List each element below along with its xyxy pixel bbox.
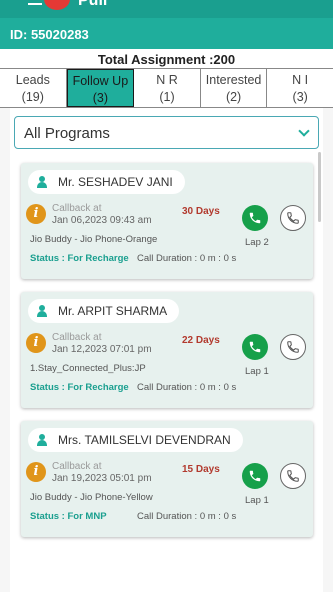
alt-call-button[interactable] bbox=[280, 463, 306, 489]
call-button[interactable] bbox=[242, 205, 268, 231]
tab-nr[interactable]: N R (1) bbox=[134, 69, 201, 107]
phone-icon bbox=[287, 470, 299, 482]
customer-name: Mr. SESHADEV JANI bbox=[58, 175, 173, 189]
app-name: Pull bbox=[78, 0, 108, 9]
customer-name-chip: Mr. ARPIT SHARMA bbox=[28, 299, 180, 323]
tab-label: Leads bbox=[15, 73, 50, 87]
user-id-bar: ID: 55020283 bbox=[0, 18, 333, 49]
callback-label: Callback at bbox=[52, 203, 102, 214]
phone-icon bbox=[249, 212, 261, 224]
callback-label: Callback at bbox=[52, 332, 102, 343]
tab-label: Interested bbox=[205, 73, 262, 87]
user-id: ID: 55020283 bbox=[10, 27, 89, 42]
program-filter-select[interactable]: All Programs bbox=[14, 116, 319, 149]
customer-name: Mrs. TAMILSELVI DEVENDRAN bbox=[58, 433, 231, 447]
status-text: Status : For MNP bbox=[30, 511, 107, 522]
customer-name: Mr. ARPIT SHARMA bbox=[58, 304, 168, 318]
tab-count: (3) bbox=[92, 91, 109, 105]
alt-call-button[interactable] bbox=[280, 205, 306, 231]
tab-ni[interactable]: N I (3) bbox=[267, 69, 333, 107]
days-count: 22 Days bbox=[182, 335, 220, 346]
tab-leads[interactable]: Leads (19) bbox=[0, 69, 67, 107]
callback-date: Jan 06,2023 09:43 am bbox=[52, 215, 152, 226]
lap-label: Lap 1 bbox=[245, 366, 269, 377]
call-button[interactable] bbox=[242, 463, 268, 489]
callback-date: Jan 12,2023 07:01 pm bbox=[52, 344, 152, 355]
call-duration: Call Duration : 0 m : 0 s bbox=[137, 382, 237, 393]
status-tabs: Leads (19) Follow Up (3) N R (1) Interes… bbox=[0, 68, 333, 108]
call-button[interactable] bbox=[242, 334, 268, 360]
program-name: 1.Stay_Connected_Plus:JP bbox=[30, 363, 146, 374]
customer-name-chip: Mr. SESHADEV JANI bbox=[28, 170, 185, 194]
phone-icon bbox=[249, 341, 261, 353]
tab-count: (2) bbox=[225, 90, 242, 104]
tab-interested[interactable]: Interested (2) bbox=[201, 69, 268, 107]
info-icon[interactable]: i bbox=[26, 333, 46, 353]
tab-count: (3) bbox=[292, 90, 308, 104]
status-text: Status : For Recharge bbox=[30, 253, 129, 264]
tab-label: N R bbox=[156, 73, 178, 87]
scrollbar[interactable] bbox=[318, 152, 321, 222]
lap-label: Lap 1 bbox=[245, 495, 269, 506]
program-name: Jio Buddy - Jio Phone-Orange bbox=[30, 234, 158, 245]
person-icon bbox=[36, 434, 48, 446]
customer-name-chip: Mrs. TAMILSELVI DEVENDRAN bbox=[28, 428, 243, 452]
chevron-down-icon bbox=[298, 125, 310, 137]
phone-icon bbox=[249, 470, 261, 482]
tab-count: (19) bbox=[21, 90, 44, 104]
tab-label: N I bbox=[292, 73, 309, 87]
lead-card[interactable]: Mr. SESHADEV JANI i Callback at Jan 06,2… bbox=[21, 163, 313, 279]
program-filter-value: All Programs bbox=[24, 125, 110, 142]
lead-card[interactable]: Mrs. TAMILSELVI DEVENDRAN i Callback at … bbox=[21, 421, 313, 537]
brand-logo bbox=[44, 0, 70, 10]
tab-follow-up[interactable]: Follow Up (3) bbox=[66, 69, 135, 107]
tab-label: Follow Up bbox=[72, 74, 129, 88]
callback-date: Jan 19,2023 05:01 pm bbox=[52, 473, 152, 484]
alt-call-button[interactable] bbox=[280, 334, 306, 360]
lap-label: Lap 2 bbox=[245, 237, 269, 248]
call-duration: Call Duration : 0 m : 0 s bbox=[137, 511, 237, 522]
status-text: Status : For Recharge bbox=[30, 382, 129, 393]
days-count: 30 Days bbox=[182, 206, 220, 217]
person-icon bbox=[36, 176, 48, 188]
callback-label: Callback at bbox=[52, 461, 102, 472]
call-duration: Call Duration : 0 m : 0 s bbox=[137, 253, 237, 264]
phone-icon bbox=[287, 341, 299, 353]
program-name: Jio Buddy - Jio Phone-Yellow bbox=[30, 492, 153, 503]
info-icon[interactable]: i bbox=[26, 204, 46, 224]
total-assignment: Total Assignment :200 bbox=[0, 49, 333, 68]
menu-icon[interactable] bbox=[28, 0, 42, 8]
info-icon[interactable]: i bbox=[26, 462, 46, 482]
app-bar: Pull bbox=[0, 0, 333, 18]
lead-card[interactable]: Mr. ARPIT SHARMA i Callback at Jan 12,20… bbox=[21, 292, 313, 408]
days-count: 15 Days bbox=[182, 464, 220, 475]
tab-count: (1) bbox=[159, 90, 175, 104]
phone-icon bbox=[287, 212, 299, 224]
person-icon bbox=[36, 305, 48, 317]
